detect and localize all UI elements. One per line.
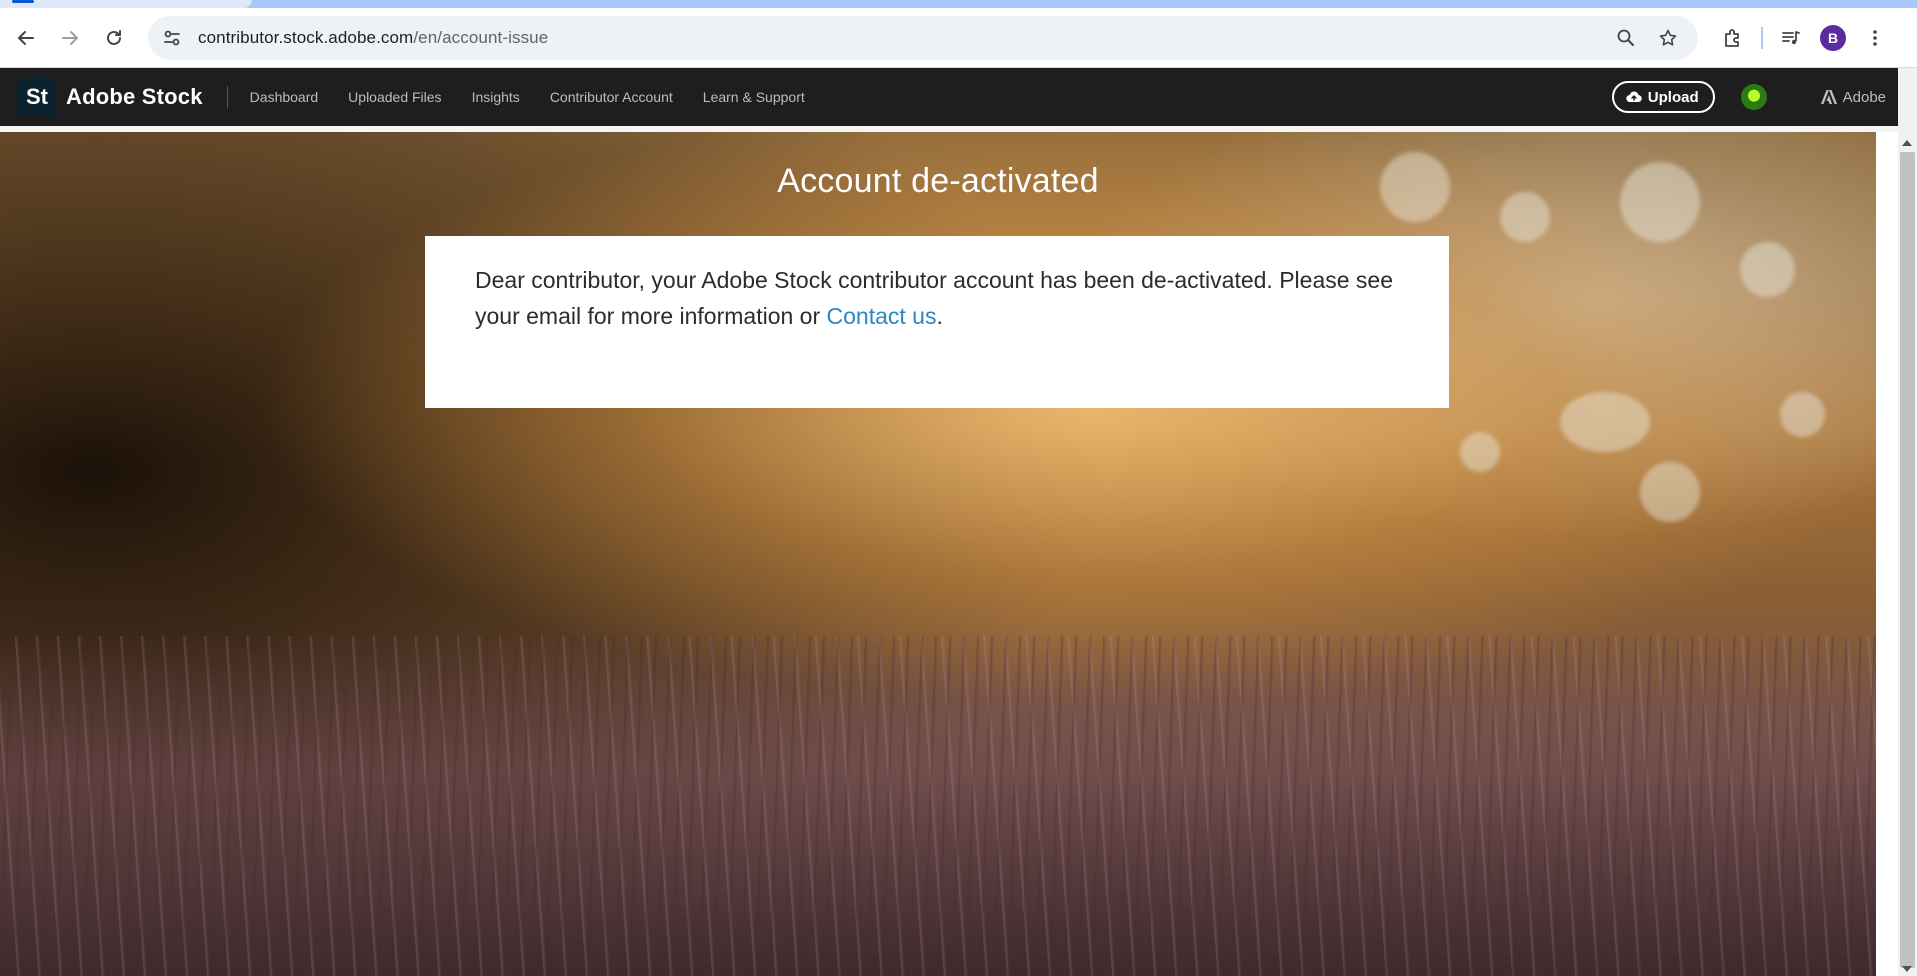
reload-button[interactable] [96, 20, 132, 56]
bokeh-light [1460, 432, 1500, 472]
upload-label: Upload [1647, 88, 1699, 106]
forward-button[interactable] [52, 20, 88, 56]
adobe-logo-icon [1820, 90, 1837, 104]
url-path: /en/account-issue [413, 28, 549, 47]
extensions-icon[interactable] [1715, 20, 1751, 56]
bokeh-light [1560, 392, 1650, 452]
adobe-label: Adobe [1842, 88, 1886, 106]
media-controls-icon[interactable] [1773, 20, 1809, 56]
zoom-icon[interactable] [1608, 20, 1644, 56]
hero-background: Account de-activated Dear contributor, y… [0, 132, 1876, 976]
notice-card: Dear contributor, your Adobe Stock contr… [425, 236, 1449, 408]
forward-arrow-icon [62, 31, 78, 45]
bokeh-light [1740, 242, 1795, 297]
notice-message-end: . [936, 303, 943, 329]
profile-button[interactable]: B [1815, 20, 1851, 56]
cloud-upload-icon [1626, 91, 1642, 103]
kebab-menu-icon[interactable] [1857, 20, 1893, 56]
nav-insights[interactable]: Insights [472, 89, 520, 105]
adobe-link[interactable]: Adobe [1820, 88, 1886, 106]
nav-uploaded-files[interactable]: Uploaded Files [348, 89, 441, 105]
scroll-down-arrow[interactable] [1902, 966, 1912, 972]
address-bar[interactable]: contributor.stock.adobe.com/en/account-i… [148, 16, 1698, 60]
browser-tab-strip [0, 0, 1917, 8]
header-divider [226, 86, 228, 108]
bokeh-light [1780, 392, 1825, 437]
url-text: contributor.stock.adobe.com/en/account-i… [198, 28, 548, 48]
page-scrollbar[interactable] [1898, 68, 1917, 976]
adobe-stock-logo[interactable]: St [18, 78, 56, 116]
nav-contributor-account[interactable]: Contributor Account [550, 89, 673, 105]
back-button[interactable] [8, 20, 44, 56]
tab-indicator [12, 0, 34, 3]
nav-learn-support[interactable]: Learn & Support [703, 89, 805, 105]
user-avatar[interactable] [1740, 84, 1767, 110]
nav-dashboard[interactable]: Dashboard [250, 89, 319, 105]
page-title: Account de-activated [777, 162, 1099, 200]
notice-message: Dear contributor, your Adobe Stock contr… [475, 262, 1399, 334]
contact-us-link[interactable]: Contact us [827, 303, 937, 329]
back-arrow-icon [18, 31, 34, 45]
scroll-up-arrow[interactable] [1902, 140, 1912, 146]
upload-button[interactable]: Upload [1611, 81, 1715, 113]
profile-avatar: B [1820, 25, 1846, 51]
site-header: St Adobe Stock Dashboard Uploaded Files … [0, 68, 1900, 126]
brand-name[interactable]: Adobe Stock [66, 84, 203, 110]
lavender-field [0, 636, 1876, 976]
reload-icon [107, 30, 121, 45]
active-tab[interactable] [0, 0, 252, 8]
toolbar-divider [1761, 27, 1763, 49]
bokeh-light [1640, 462, 1700, 522]
scroll-thumb[interactable] [1900, 152, 1915, 968]
bookmark-star-icon[interactable] [1650, 20, 1686, 56]
site-settings-icon[interactable] [154, 20, 190, 56]
url-host: contributor.stock.adobe.com [198, 28, 414, 47]
browser-toolbar: contributor.stock.adobe.com/en/account-i… [0, 8, 1917, 68]
